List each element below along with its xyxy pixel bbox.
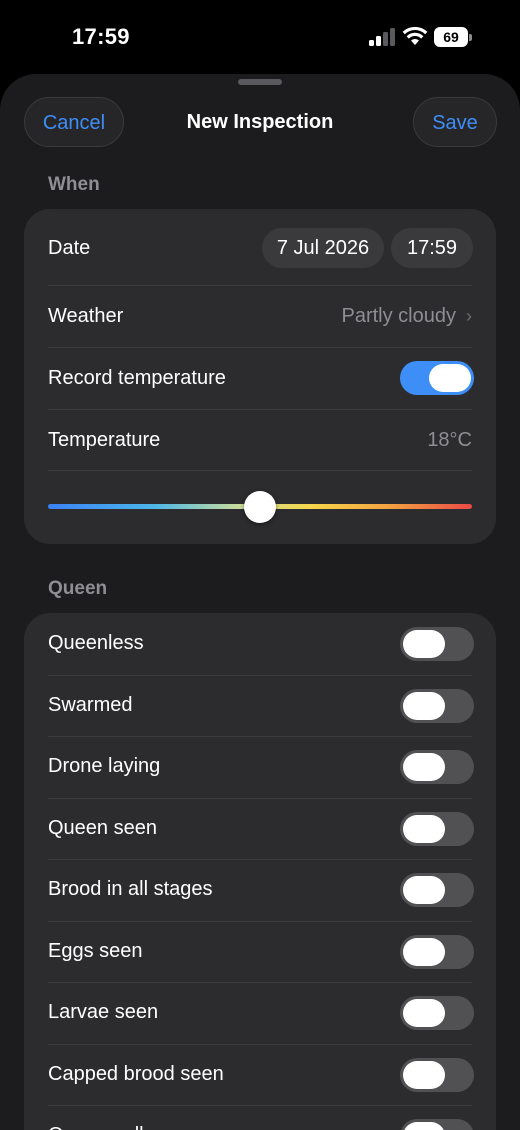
queen-row-label: Queen seen — [48, 816, 157, 839]
queen-row-toggle[interactable] — [400, 627, 474, 661]
cellular-signal-icon — [369, 28, 395, 46]
queen-row-label: Queenless — [48, 632, 144, 654]
queen-row-label: Eggs seen — [48, 939, 143, 962]
toggle-knob — [403, 937, 445, 966]
section-header-when: When — [48, 174, 100, 195]
new-inspection-sheet: Cancel New Inspection Save When Date 7 J… — [0, 74, 520, 1130]
battery-level: 69 — [443, 29, 459, 45]
weather-value: Partly cloudy › — [342, 305, 473, 328]
queen-row-label: Brood in all stages — [48, 878, 213, 900]
queen-row: Eggs seen — [24, 921, 496, 983]
queen-row-toggle[interactable] — [400, 750, 474, 784]
queen-row-label: Drone laying — [48, 755, 161, 777]
queen-card: Queenless Swarmed Drone laying Queen seen Br… — [24, 613, 496, 1130]
queen-row-label: Queen cells — [48, 1124, 154, 1130]
date-label: Date — [48, 237, 91, 259]
temperature-value: 18°C — [427, 429, 472, 451]
when-card: Date 7 Jul 2026 17:59 Weather Partly clo… — [24, 209, 496, 544]
queen-row: Brood in all stages — [24, 859, 496, 921]
queen-row-toggle[interactable] — [400, 873, 474, 907]
toggle-knob — [403, 814, 445, 843]
queen-row-label: Swarmed — [48, 693, 133, 716]
queen-row: Drone laying — [24, 736, 496, 798]
cancel-button[interactable]: Cancel — [24, 97, 124, 147]
wifi-icon — [402, 26, 428, 45]
date-picker-button[interactable]: 7 Jul 2026 — [262, 228, 384, 268]
record-temperature-label: Record temperature — [48, 367, 226, 389]
queen-row-toggle[interactable] — [400, 1057, 474, 1092]
queen-row: Queen cells — [24, 1105, 496, 1130]
toggle-knob — [403, 1060, 445, 1089]
status-time: 17:59 — [72, 24, 130, 49]
toggle-knob — [403, 999, 445, 1027]
weather-value-text: Partly cloudy — [341, 305, 457, 327]
battery-icon: 69 — [434, 27, 468, 47]
toggle-knob — [403, 691, 445, 720]
temperature-slider-thumb[interactable] — [244, 491, 276, 523]
toggle-knob — [403, 1122, 445, 1130]
temperature-label: Temperature — [48, 429, 161, 451]
section-header-queen: Queen — [48, 578, 108, 599]
queen-row: Larvae seen — [24, 982, 496, 1044]
chevron-right-icon: › — [466, 306, 472, 326]
queen-row-toggle[interactable] — [400, 811, 474, 846]
queen-row-toggle[interactable] — [400, 1119, 474, 1130]
time-picker-button[interactable]: 17:59 — [391, 228, 473, 268]
queen-row-toggle[interactable] — [400, 934, 474, 969]
queen-row: Swarmed — [24, 675, 496, 737]
queen-row: Capped brood seen — [24, 1044, 496, 1106]
status-bar: 17:59 69 — [0, 0, 520, 74]
save-button[interactable]: Save — [413, 97, 497, 147]
queen-row: Queen seen — [24, 798, 496, 860]
weather-label: Weather — [48, 305, 124, 327]
toggle-knob — [429, 364, 471, 392]
record-temperature-toggle[interactable] — [400, 361, 474, 395]
queen-row-toggle[interactable] — [400, 996, 474, 1030]
battery-nub — [469, 34, 472, 41]
sheet-grabber[interactable] — [238, 79, 282, 85]
queen-row-label: Capped brood seen — [48, 1062, 224, 1085]
sheet-title: New Inspection — [186, 111, 334, 133]
temperature-row: Temperature 18°C — [24, 410, 496, 471]
date-row: Date 7 Jul 2026 17:59 — [24, 209, 496, 285]
queen-row-toggle[interactable] — [400, 688, 474, 723]
weather-row[interactable]: Weather Partly cloudy › — [24, 286, 496, 347]
toggle-knob — [403, 630, 445, 658]
queen-row-label: Larvae seen — [48, 1001, 159, 1023]
toggle-knob — [403, 876, 445, 904]
queen-row: Queenless — [24, 613, 496, 675]
divider — [48, 470, 472, 471]
record-temperature-row: Record temperature — [24, 348, 496, 409]
toggle-knob — [403, 753, 445, 781]
